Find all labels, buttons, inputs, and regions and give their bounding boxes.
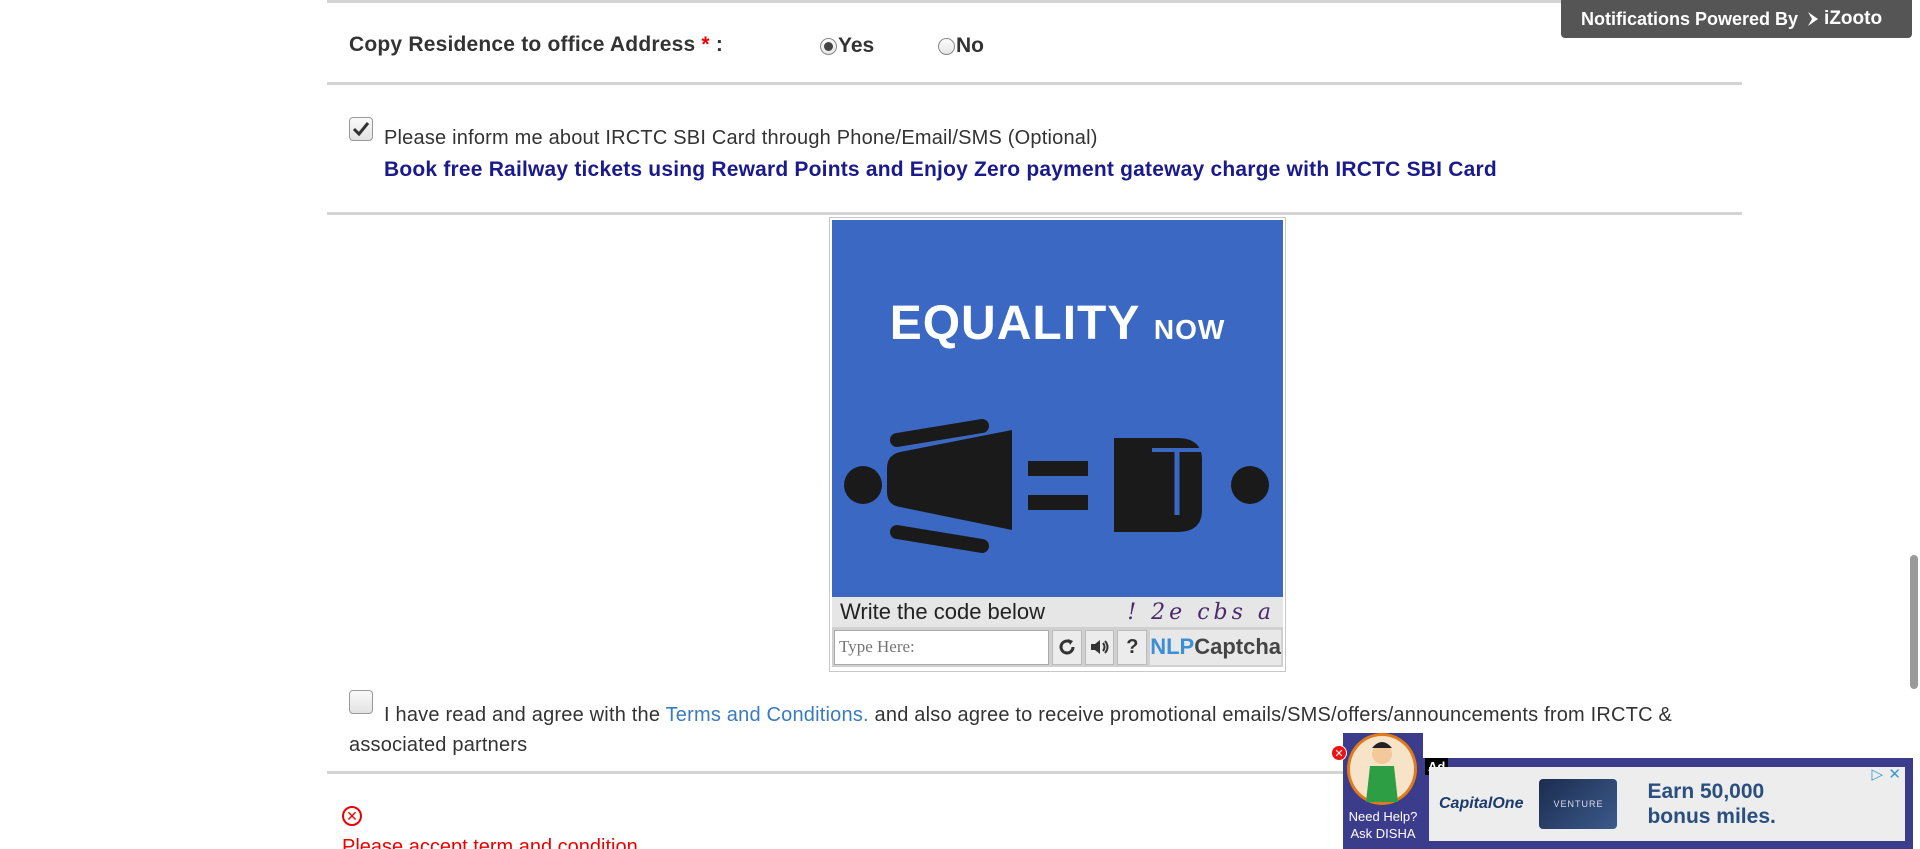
adchoices-icon[interactable]: ▷ (1871, 765, 1883, 783)
captcha-controls: ? NLPCaptcha (832, 627, 1283, 667)
divider (327, 82, 1742, 85)
advertiser-logo: CapitalOne (1439, 795, 1524, 812)
card-text: VENTURE (1553, 799, 1604, 809)
radio-yes-circle[interactable] (820, 37, 837, 55)
ad-banner[interactable]: CapitalOne VENTURE Earn 50,000 bonus mil… (1429, 765, 1905, 841)
required-mark: * (701, 33, 710, 56)
ad-close-icon[interactable]: ✕ (1888, 765, 1901, 783)
divider (327, 212, 1742, 215)
ad-offer-line2: bonus miles. (1647, 805, 1776, 828)
nlpcaptcha-logo-b: Captcha (1194, 634, 1281, 659)
nlpcaptcha-logo[interactable]: NLP Captcha (1150, 629, 1281, 665)
equality-figures-icon (844, 419, 1269, 553)
disha-text: Need Help? Ask DISHA (1343, 808, 1423, 842)
radio-no-label: No (956, 34, 984, 57)
error-message: Please accept term and condition (342, 836, 638, 849)
copy-address-label-text: Copy Residence to office Address (349, 33, 696, 56)
notification-text: Notifications Powered By (1581, 8, 1799, 29)
brand-name: iZooto (1824, 8, 1883, 29)
sbi-info-text: Please inform me about IRCTC SBI Card th… (384, 127, 1098, 149)
captcha-audio-button[interactable] (1084, 629, 1115, 665)
divider (327, 0, 1742, 3)
notification-banner[interactable]: Notifications Powered By iZooto (1561, 0, 1912, 38)
nlpcaptcha-logo-a: NLP (1150, 634, 1195, 659)
ad-offer: Earn 50,000 bonus miles. (1647, 779, 1775, 829)
captcha-instruction: Write the code below (840, 599, 1046, 624)
disha-close-button[interactable]: ✕ (1331, 745, 1347, 761)
label-colon: : (715, 33, 724, 56)
captcha-help-button[interactable]: ? (1117, 629, 1148, 665)
refresh-icon (1059, 639, 1075, 655)
page: Notifications Powered By iZooto Copy Res… (0, 0, 1920, 849)
radio-no[interactable]: No (938, 34, 984, 58)
disha-line1: Need Help? (1348, 809, 1418, 824)
ad-offer-line1: Earn 50,000 (1647, 780, 1765, 803)
captcha-code: ! 2e cbs a (1127, 599, 1275, 625)
copy-address-label: Copy Residence to office Address * : (349, 33, 723, 57)
capitalone-ad[interactable]: Ad CapitalOne VENTURE Earn 50,000 bonus … (1423, 758, 1913, 849)
terms-text-before: I have read and agree with the (384, 704, 661, 726)
speaker-icon (1090, 640, 1109, 654)
captcha-widget: EQUALITY NOW Write the code below ! 2e c… (829, 217, 1286, 672)
captcha-instruction-strip: Write the code below ! 2e cbs a (832, 597, 1283, 627)
radio-no-circle[interactable] (938, 37, 955, 55)
disha-avatar (1347, 733, 1417, 805)
help-icon: ? (1126, 635, 1139, 658)
disha-character-icon (1366, 742, 1398, 802)
terms-link[interactable]: Terms and Conditions. (666, 704, 869, 726)
captcha-input[interactable] (834, 629, 1049, 665)
izooto-logo-icon (1808, 12, 1819, 26)
captcha-ad-image[interactable]: EQUALITY NOW (832, 220, 1283, 597)
disha-help-widget[interactable]: ✕ Need Help? Ask DISHA (1331, 733, 1423, 849)
izooto-brand: iZooto (1806, 8, 1882, 30)
radio-yes-label: Yes (838, 34, 875, 57)
sbi-info-checkbox[interactable] (349, 117, 373, 141)
disha-line2: Ask DISHA (1350, 826, 1416, 841)
radio-yes[interactable]: Yes (820, 34, 874, 58)
credit-card-image: VENTURE (1539, 779, 1618, 829)
scrollbar-thumb[interactable] (1910, 555, 1918, 689)
error-circle-icon: ✕ (342, 806, 362, 826)
captcha-refresh-button[interactable] (1052, 629, 1082, 665)
sbi-promo-link[interactable]: Book free Railway tickets using Reward P… (384, 158, 1497, 182)
checkmark-icon (352, 122, 370, 137)
terms-text: I have read and agree with the Terms and… (349, 700, 1749, 760)
